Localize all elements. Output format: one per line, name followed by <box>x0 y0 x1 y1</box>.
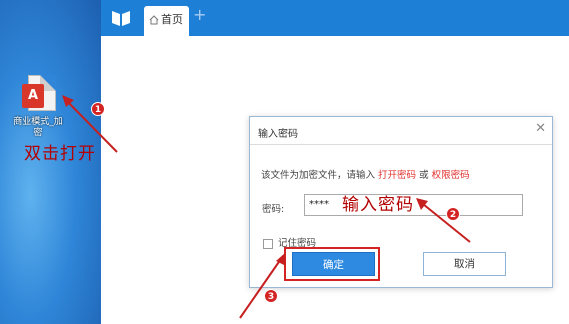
pdf-logo: A <box>22 84 44 108</box>
step-badge-3: 3 <box>264 289 278 303</box>
double-click-hint: 双击打开 <box>24 144 96 164</box>
checkbox-box[interactable] <box>263 238 273 249</box>
home-icon <box>149 15 159 25</box>
permission-password-text: 权限密码 <box>431 170 470 181</box>
message-or: 或 <box>419 170 429 181</box>
close-icon[interactable]: ✕ <box>535 122 546 136</box>
tab-home[interactable]: 首页 <box>144 6 189 36</box>
app-logo-icon <box>112 11 130 26</box>
cancel-button[interactable]: 取消 <box>423 252 506 276</box>
ok-button[interactable]: 确定 <box>292 252 375 276</box>
dialog-message: 该文件为加密文件，请输入 打开密码 或 权限密码 <box>261 167 470 181</box>
dialog-header: 输入密码 ✕ <box>250 117 552 145</box>
message-prefix: 该文件为加密文件，请输入 <box>261 170 376 181</box>
file-label: 商业模式_加密 <box>13 117 63 138</box>
tab-label: 首页 <box>161 13 183 26</box>
step-badge-1: 1 <box>91 102 105 116</box>
new-tab-button[interactable]: + <box>193 5 206 24</box>
enter-password-hint: 输入密码 <box>342 195 414 215</box>
pdf-file-icon: A <box>22 75 56 113</box>
title-bar: 首页 + <box>101 0 569 36</box>
password-label: 密码: <box>262 204 285 215</box>
open-password-text: 打开密码 <box>378 170 417 181</box>
dialog-title: 输入密码 <box>258 129 298 140</box>
step-badge-2: 2 <box>446 207 460 221</box>
desktop: A 商业模式_加密 双击打开 <box>0 0 101 324</box>
encrypted-pdf-file[interactable]: A 商业模式_加密 <box>10 75 66 139</box>
